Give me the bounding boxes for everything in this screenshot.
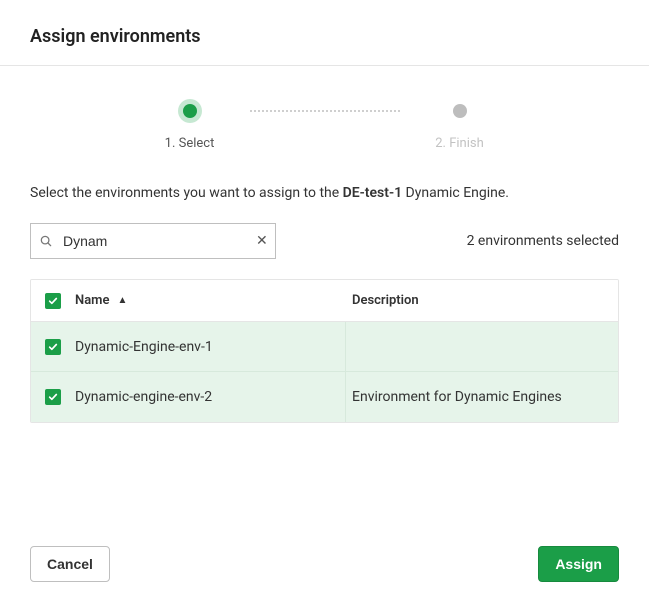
row-description: [345, 322, 618, 371]
step-finish: 2. Finish: [400, 104, 520, 151]
row-description: Environment for Dynamic Engines: [345, 372, 618, 422]
row-checkbox[interactable]: [45, 389, 61, 405]
step-dot-icon: [183, 104, 197, 118]
row-checkbox[interactable]: [45, 339, 61, 355]
dialog-header: Assign environments: [0, 0, 649, 66]
step-connector: [250, 110, 400, 112]
column-header-name[interactable]: Name ▲: [75, 293, 345, 308]
table-row[interactable]: Dynamic-Engine-env-1: [31, 322, 618, 372]
step-label: 1. Select: [165, 136, 215, 151]
search-input[interactable]: [61, 232, 246, 250]
cancel-button[interactable]: Cancel: [30, 546, 110, 582]
row-name: Dynamic-engine-env-2: [75, 389, 345, 405]
step-dot-icon: [453, 104, 467, 118]
column-header-description[interactable]: Description: [345, 293, 618, 308]
table-header: Name ▲ Description: [31, 280, 618, 322]
assign-button[interactable]: Assign: [538, 546, 619, 582]
search-box[interactable]: ✕: [30, 223, 276, 259]
row-name: Dynamic-Engine-env-1: [75, 339, 345, 355]
step-select: 1. Select: [130, 104, 250, 151]
dialog-footer: Cancel Assign: [0, 530, 649, 608]
environments-table: Name ▲ Description Dynamic-Engine-env-1: [30, 279, 619, 423]
dialog-title: Assign environments: [30, 26, 619, 47]
selection-count: 2 environments selected: [467, 233, 619, 249]
stepper: 1. Select 2. Finish: [0, 66, 649, 161]
select-all-checkbox[interactable]: [45, 293, 61, 309]
engine-name: DE-test-1: [343, 185, 402, 201]
table-row[interactable]: Dynamic-engine-env-2 Environment for Dyn…: [31, 372, 618, 422]
search-icon: [39, 234, 53, 248]
clear-search-icon[interactable]: ✕: [254, 233, 270, 249]
instruction-text: Select the environments you want to assi…: [30, 185, 619, 201]
sort-asc-icon: ▲: [117, 295, 127, 306]
step-label: 2. Finish: [435, 136, 484, 151]
